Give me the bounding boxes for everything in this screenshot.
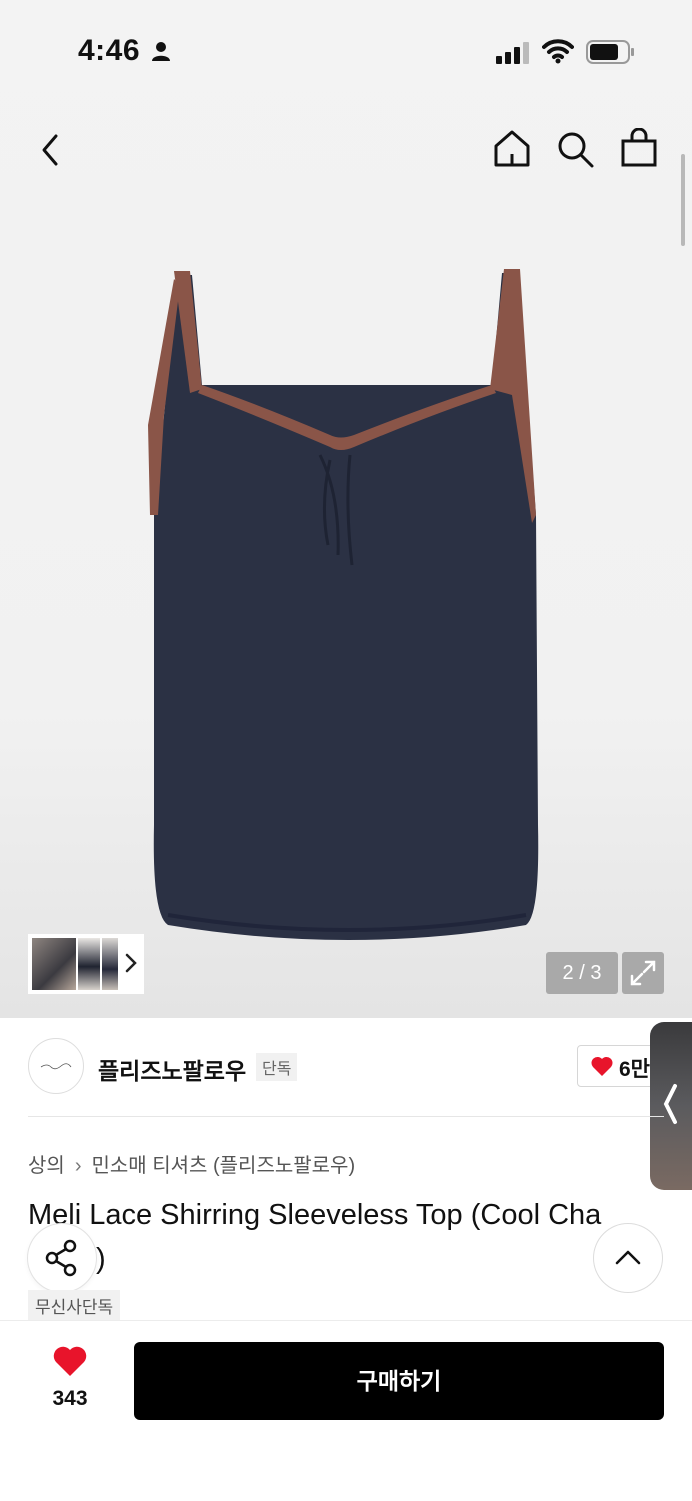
home-icon[interactable] — [492, 128, 532, 168]
share-icon — [45, 1239, 77, 1277]
heart-icon — [53, 1346, 87, 1376]
exclusive-badge: 단독 — [256, 1053, 298, 1081]
product-title-line2: ) — [96, 1243, 106, 1275]
brand-logo-mark — [40, 1063, 72, 1070]
chevron-up-icon — [615, 1250, 641, 1265]
breadcrumb-subcategory[interactable]: 민소매 티셔츠 (플리즈노팔로우) — [91, 1155, 355, 1177]
battery-icon — [586, 40, 634, 64]
chevron-left-icon — [663, 1084, 677, 1124]
breadcrumb-category[interactable]: 상의 — [28, 1155, 65, 1177]
thumbnail-strip[interactable] — [28, 934, 144, 994]
status-time: 4:46 — [78, 34, 141, 67]
back-icon[interactable] — [38, 132, 62, 168]
expand-button[interactable] — [622, 952, 664, 994]
thumbnail-image[interactable] — [78, 938, 100, 990]
divider — [28, 1116, 664, 1117]
wifi-icon — [542, 39, 574, 64]
person-icon — [152, 42, 170, 61]
breadcrumb: 상의 › 민소매 티셔츠 (플리즈노팔로우) — [28, 1149, 355, 1178]
chevron-right-icon: › — [74, 1155, 82, 1177]
side-panel-handle[interactable] — [650, 1022, 692, 1190]
brand-like-count: 6만 — [619, 1058, 650, 1081]
chevron-right-icon[interactable] — [124, 952, 138, 974]
search-icon[interactable] — [556, 130, 596, 170]
bottom-action-bar: 343 구매하기 — [0, 1320, 692, 1501]
heart-icon — [591, 1056, 613, 1076]
expand-icon — [630, 960, 656, 986]
thumbnail-image[interactable] — [32, 938, 76, 990]
brand-logo[interactable] — [28, 1038, 84, 1094]
share-button[interactable] — [28, 1224, 96, 1292]
page-counter: 2 / 3 — [546, 952, 618, 994]
like-count: 343 — [52, 1387, 88, 1410]
thumbnail-image[interactable] — [102, 938, 118, 990]
scroll-top-button[interactable] — [594, 1224, 662, 1292]
musinsa-exclusive-badge: 무신사단독 — [28, 1290, 121, 1321]
signal-icon — [496, 42, 529, 64]
product-title-line1: Meli Lace Shirring Sleeveless Top (Cool … — [28, 1199, 602, 1231]
bag-icon[interactable] — [620, 128, 658, 168]
product-image — [148, 269, 539, 940]
brand-name[interactable]: 플리즈노팔로우 — [98, 1052, 246, 1086]
scrollbar[interactable] — [681, 154, 685, 246]
like-button[interactable]: 343 — [36, 1345, 104, 1415]
buy-button[interactable]: 구매하기 — [134, 1342, 664, 1420]
product-title: Meli Lace Shirring Sleeveless Top (Cool … — [28, 1193, 668, 1281]
